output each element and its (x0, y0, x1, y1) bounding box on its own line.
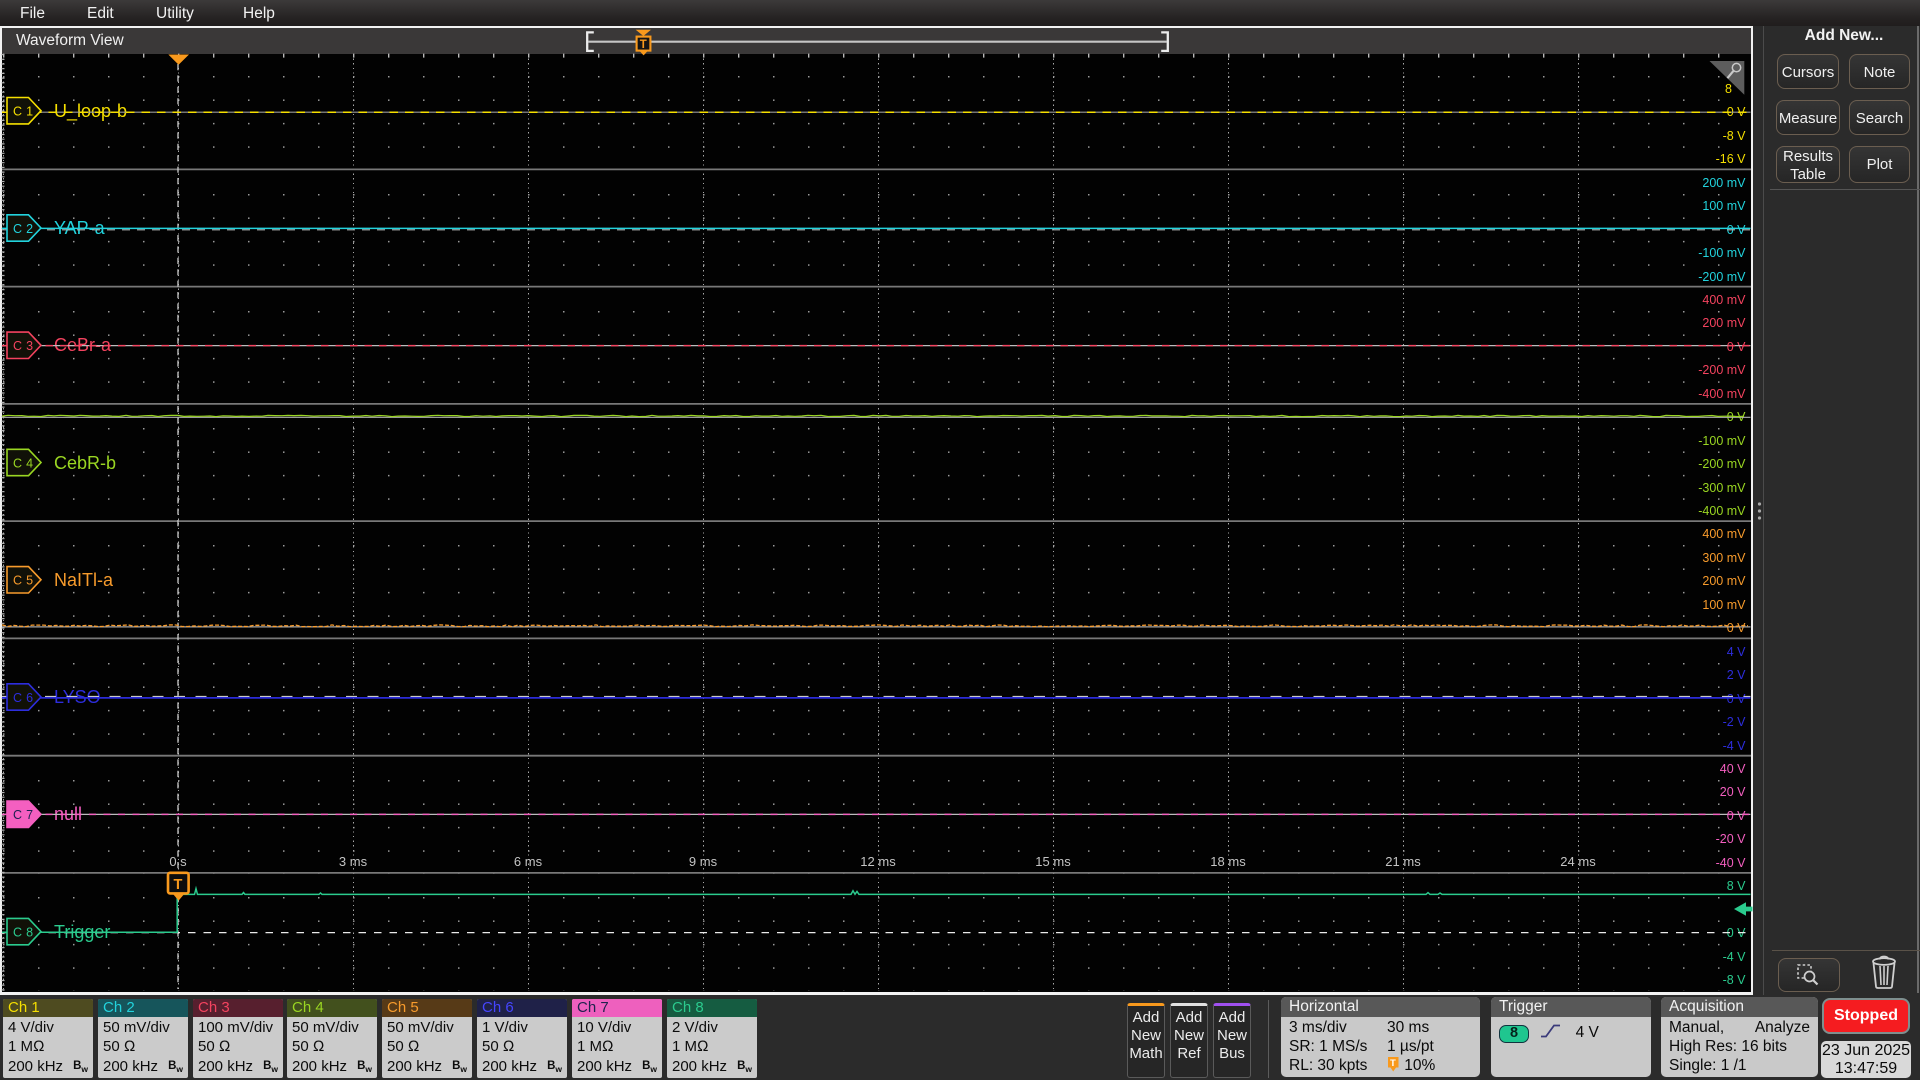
svg-text:C 7: C 7 (13, 808, 33, 822)
svg-text:C 4: C 4 (13, 456, 33, 470)
svg-text:C 2: C 2 (13, 222, 33, 236)
svg-text:T: T (1390, 1058, 1396, 1069)
svg-text:C 5: C 5 (13, 574, 33, 588)
svg-text:T: T (640, 39, 647, 51)
svg-text:C 6: C 6 (13, 691, 33, 705)
svg-text:C 8: C 8 (13, 925, 33, 939)
svg-text:T: T (174, 877, 183, 893)
svg-text:C 1: C 1 (13, 105, 33, 119)
svg-text:C 3: C 3 (13, 339, 33, 353)
